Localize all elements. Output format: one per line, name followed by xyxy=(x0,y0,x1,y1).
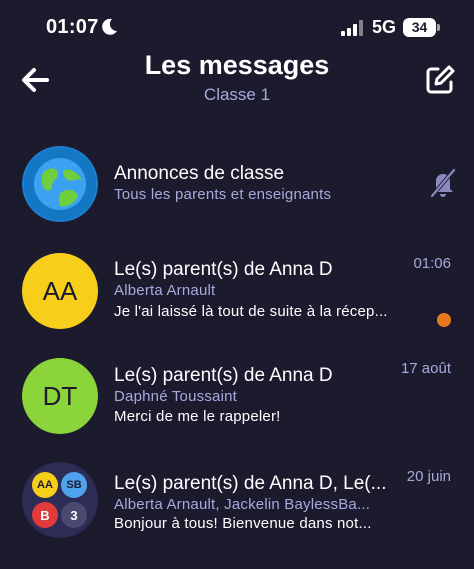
status-bar: 01:07 5G 34 xyxy=(0,0,474,54)
page-title: Les messages xyxy=(144,50,330,80)
page-subtitle: Classe 1 xyxy=(203,85,271,104)
conversation-title: Le(s) parent(s) de Anna D xyxy=(114,259,333,280)
signal-icon xyxy=(341,20,363,36)
conversation-participants: Alberta Arnault, Jackelin BaylessBa... xyxy=(114,496,371,513)
conversation-title: Le(s) parent(s) de Anna D xyxy=(114,365,333,386)
conversation-time: 20 juin xyxy=(406,468,451,485)
conversation-preview: Bonjour à tous! Bienvenue dans not... xyxy=(114,515,372,532)
unread-indicator xyxy=(437,313,451,327)
conversation-item-announcements[interactable]: Annonces de classe Tous les parents et e… xyxy=(0,136,474,236)
conversation-item[interactable]: AA SB B 3 Le(s) parent(s) de Anna D, Le(… xyxy=(0,452,474,552)
avatar: DT xyxy=(22,358,98,434)
conversation-item[interactable]: DT Le(s) parent(s) de Anna D Daphné Tous… xyxy=(0,348,474,448)
conversation-time: 01:06 xyxy=(413,255,451,272)
conversation-item[interactable]: AA Le(s) parent(s) de Anna D Alberta Arn… xyxy=(0,243,474,343)
group-avatar-member: B xyxy=(32,502,58,528)
battery-tip xyxy=(437,24,440,31)
avatar-initials: DT xyxy=(42,380,78,411)
group-avatar-member: SB xyxy=(61,472,87,498)
conversation-participants: Alberta Arnault xyxy=(114,282,216,299)
compose-icon[interactable] xyxy=(424,64,456,96)
network-label: 5G xyxy=(372,17,397,37)
conversation-participants: Tous les parents et enseignants xyxy=(114,186,332,203)
group-avatar-member: AA xyxy=(32,472,58,498)
conversation-time: 17 août xyxy=(400,360,451,377)
conversation-title: Annonces de classe xyxy=(114,163,285,184)
avatar-initials: AA xyxy=(42,275,78,306)
avatar xyxy=(22,146,98,222)
battery-indicator: 34 xyxy=(403,18,436,37)
group-avatar: AA SB B 3 xyxy=(22,462,98,538)
group-avatar-count: 3 xyxy=(61,502,87,528)
conversation-title: Le(s) parent(s) de Anna D, Le(... xyxy=(114,473,387,494)
status-time: 01:07 xyxy=(46,16,99,38)
moon-icon xyxy=(102,18,117,35)
conversation-preview: Je l'ai laissé là tout de suite à la réc… xyxy=(114,303,388,320)
conversation-preview: Merci de me le rappeler! xyxy=(114,408,281,425)
bell-muted-icon[interactable] xyxy=(428,168,458,198)
conversation-participants: Daphné Toussaint xyxy=(114,388,238,405)
avatar: AA xyxy=(22,253,98,329)
globe-icon xyxy=(24,148,96,220)
